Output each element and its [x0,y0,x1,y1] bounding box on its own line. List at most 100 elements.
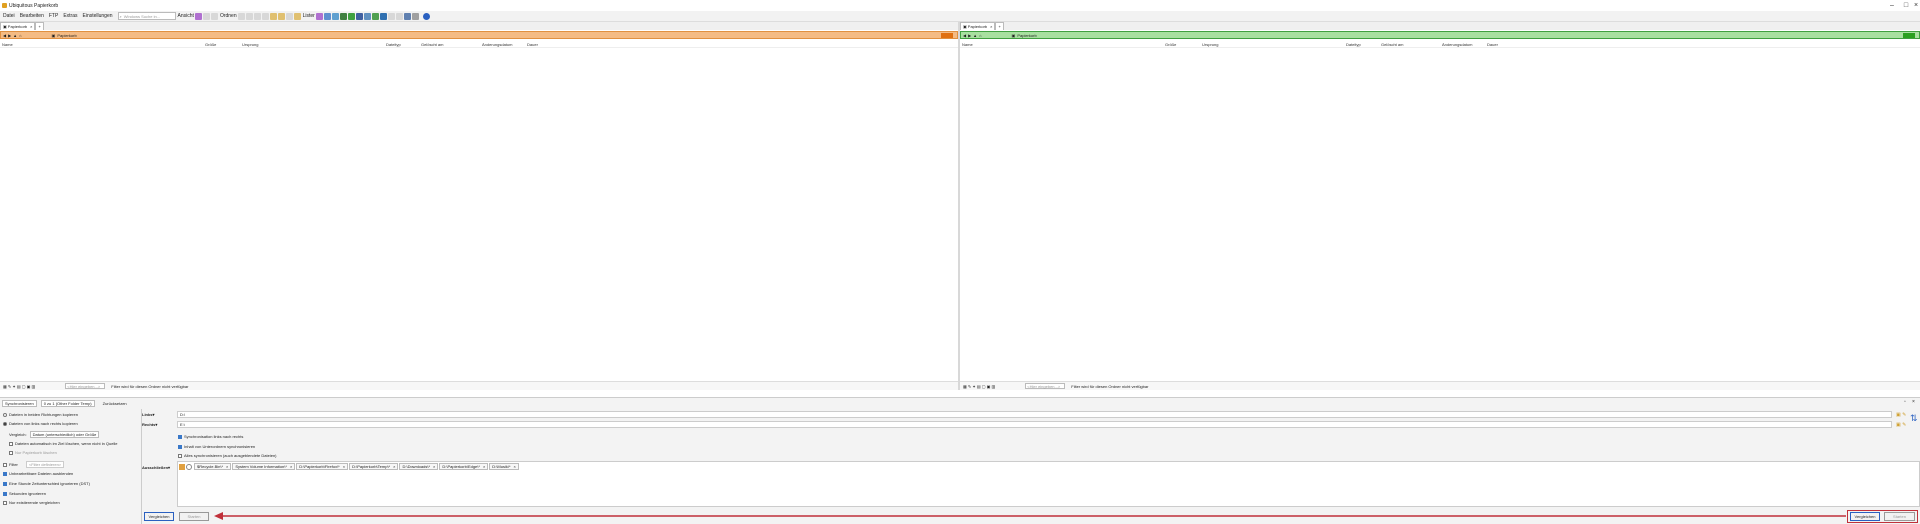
terminal-icon[interactable] [363,12,371,20]
close-icon[interactable]: × [30,24,32,29]
exclusion-chip[interactable]: D:\Papierkorb\Edge\* × [439,463,489,470]
compare-icon[interactable] [347,12,355,20]
exclusion-chip[interactable]: $Recycle.Bin\* × [194,463,232,470]
search-input[interactable]: ⌕ Windows Suche in... [117,12,176,20]
tab-left-papierkorb[interactable]: ▣ Papierkorb × [0,22,36,30]
col-size[interactable]: Größe [205,42,216,47]
close-icon[interactable]: × [290,464,292,469]
opt-filter[interactable]: Filter <Filter definieren> [3,461,65,468]
folder-browse-icon[interactable]: ▣ ✎ [1896,412,1906,418]
compare-dropdown[interactable]: Datum (unterschiedlich) oder Größe [29,431,100,438]
opt-sync-subfolders[interactable]: Inhalt von Unterordnern synchronisieren [178,444,255,449]
paste-icon[interactable] [253,12,261,20]
dual-pane-icon[interactable] [323,12,331,20]
start-button-right[interactable]: Starten [1884,512,1915,521]
filter-input[interactable]: <Filter definieren> [25,461,65,468]
view-menu[interactable]: Ansicht [178,13,194,19]
left-file-list[interactable] [0,48,958,382]
up-icon[interactable]: ▲ [13,33,17,38]
close-icon[interactable]: × [393,464,395,469]
opt-left-to-right[interactable]: Dateien von links nach rechts kopieren [3,421,78,426]
menu-einstellungen[interactable]: Einstellungen [81,13,115,19]
right-address-bar[interactable]: ◀ ▶ ▲ ⌂ ▣ Papierkorb [960,31,1920,39]
compare-button[interactable]: Vergleichen [144,512,174,521]
copy-icon[interactable] [245,12,253,20]
swap-icon[interactable]: ⇅ [1910,413,1918,424]
close-icon[interactable]: × [433,464,435,469]
exclusion-chip[interactable]: D:\Musik\* × [489,463,519,470]
folder-icon[interactable] [179,463,185,470]
up-icon[interactable]: ▲ [973,33,977,38]
layout-icon[interactable] [194,12,202,20]
sync-mode-dropdown[interactable]: Synchronisieren [2,399,37,407]
back-icon[interactable]: ◀ [3,33,6,38]
properties-icon[interactable] [285,12,293,20]
toolbar-icons[interactable]: ▦ ✎ ✦ ▤ ▢ ▣ ▥ [3,384,35,389]
right-path[interactable]: Papierkorb [1017,33,1036,38]
menu-bearbeiten[interactable]: Bearbeiten [18,13,46,19]
col-modified[interactable]: Änderungsdatum [482,42,512,47]
ftp-icon[interactable] [371,12,379,20]
close-icon[interactable]: × [483,464,485,469]
back-icon[interactable]: ◀ [963,33,966,38]
exclusion-chip[interactable]: D:\Downloads\* × [399,463,439,470]
col-origin[interactable]: Ursprung [242,42,258,47]
opt-both-directions[interactable]: Dateien in beiden Richtungen kopieren [3,412,78,417]
opt-delete-dest[interactable]: Dateien automatisch im Ziel löschen, wen… [9,441,118,446]
col-deleted[interactable]: Gelöscht am [1381,42,1403,47]
sync-panel-pin-icon[interactable]: ▫ [1904,399,1906,405]
toolbar-icons[interactable]: ▦ ✎ ✦ ▤ ▢ ▣ ▥ [963,384,995,389]
left-pane-buttons[interactable] [941,32,953,38]
home-icon[interactable]: ⌂ [979,33,981,38]
col-origin[interactable]: Ursprung [1202,42,1218,47]
forward-icon[interactable]: ▶ [8,33,11,38]
opt-recycle-only[interactable]: Nur Papierkorb löschen [9,450,57,455]
col-name[interactable]: Name [2,42,13,47]
folder-icon[interactable] [269,12,277,20]
new-folder-icon[interactable] [277,12,285,20]
left-filter-input[interactable]: <Hier eingeben...> [65,383,106,389]
close-icon[interactable]: × [990,24,992,29]
folder-browse-icon[interactable]: ▣ ✎ [1896,422,1906,428]
tree-icon[interactable] [331,12,339,20]
close-icon[interactable]: × [226,464,228,469]
network-icon[interactable] [379,12,387,20]
close-icon[interactable]: × [343,464,345,469]
details-icon[interactable] [210,12,218,20]
left-address-bar[interactable]: ◀ ▶ ▲ ⌂ ▣ Papierkorb [0,31,958,39]
cut-icon[interactable] [237,12,245,20]
opt-no-subfolders[interactable]: Unbearbeitbare Dateien ausblenden [3,471,73,476]
right-folder-input[interactable]: E:\ [177,421,1892,428]
sort-menu[interactable]: Ordnen [220,13,237,19]
forward-icon[interactable]: ▶ [968,33,971,38]
start-button[interactable]: Starten [179,512,209,521]
sync-icon[interactable] [339,12,347,20]
compare-button-right[interactable]: Vergleichen [1850,512,1880,521]
home-icon[interactable]: ⌂ [19,33,21,38]
sync-profile-dropdown[interactable]: 0 zu 1 (Other Folder Temp) [40,399,95,407]
opt-sync-all[interactable]: Alles synchronisieren (auch ausgeblendet… [178,453,277,458]
sync-panel-close-icon[interactable]: × [1912,399,1915,405]
tools-icon[interactable] [411,12,419,20]
col-type[interactable]: Dateityp [386,42,401,47]
lister-icon[interactable] [315,12,323,20]
right-file-list[interactable] [960,48,1920,382]
favorites-icon[interactable] [293,12,301,20]
col-name[interactable]: Name [962,42,973,47]
help-icon[interactable] [422,12,430,20]
grid-icon[interactable] [202,12,210,20]
select-icon[interactable] [395,12,403,20]
right-pane-buttons[interactable] [1903,32,1915,38]
col-size[interactable]: Größe [1165,42,1176,47]
exclusion-chip[interactable]: D:\Papierkorb\Temp\* × [349,463,399,470]
opt-only-existing[interactable]: Nur existierende vergleichen [3,500,60,505]
opt-tz-ignore[interactable]: Eine Stunde Zeitunterschied ignorieren (… [3,481,90,486]
left-path[interactable]: Papierkorb [57,33,76,38]
settings-icon[interactable] [403,12,411,20]
exclusion-chip[interactable]: System Volume Information\* × [232,463,296,470]
add-tab-button[interactable]: + [35,22,44,30]
right-filter-input[interactable]: <Hier eingeben...> [1025,383,1066,389]
col-modified[interactable]: Änderungsdatum [1442,42,1472,47]
add-tab-button-right[interactable]: + [995,22,1004,30]
col-duration[interactable]: Dauer [1487,42,1498,47]
